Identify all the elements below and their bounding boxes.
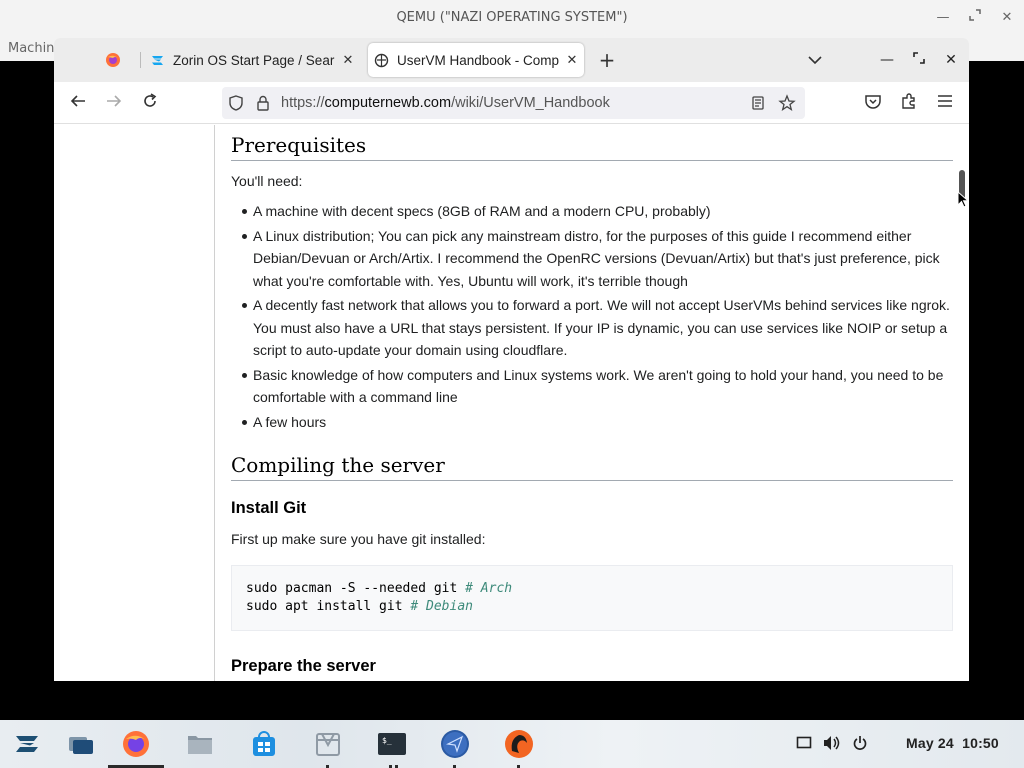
qemu-icon[interactable] [504, 729, 534, 759]
paragraph-need: You'll need: [231, 173, 303, 189]
close-icon[interactable]: ✕ [340, 52, 356, 68]
tray-screen[interactable] [795, 735, 813, 753]
show-desktop-icon[interactable] [66, 729, 96, 759]
firefox-icon [106, 53, 120, 67]
wiki-icon [374, 53, 389, 67]
svg-text:$_: $_ [382, 736, 392, 745]
maximize-button[interactable] [909, 50, 929, 70]
puzzle-icon [902, 93, 915, 109]
app-menu-button[interactable] [934, 92, 956, 114]
tab-bar: Zorin OS Start Page / Sear ✕ UserVM Hand… [54, 38, 969, 82]
tab-zorin[interactable]: Zorin OS Start Page / Sear ✕ [144, 43, 356, 77]
lock-icon[interactable] [255, 95, 271, 111]
tab-pinned-firefox[interactable] [60, 43, 136, 77]
qemu-restore-button[interactable] [965, 8, 985, 28]
reload-button[interactable] [139, 92, 161, 114]
firefox-icon[interactable] [121, 729, 151, 759]
tray-power[interactable] [851, 735, 869, 753]
url-domain: computernewb.com [324, 95, 452, 111]
display-icon [796, 736, 812, 749]
code-command: sudo apt install git [246, 599, 411, 614]
list-item: A few hours [231, 411, 953, 434]
zorin-menu-icon[interactable] [12, 729, 42, 759]
url-scheme: https:// [281, 95, 325, 111]
url-text[interactable]: https://computernewb.com/wiki/UserVM_Han… [281, 95, 610, 111]
qemu-titlebar: QEMU ("NAZI OPERATING SYSTEM") — ✕ [0, 0, 1024, 36]
list-item: Basic knowledge of how computers and Lin… [231, 364, 953, 409]
heading-prepare-the-server: Prepare the server [231, 657, 376, 675]
forward-button[interactable] [103, 92, 125, 114]
qemu-menu-machine[interactable]: Machin [8, 41, 54, 56]
clock-time: 10:50 [962, 735, 999, 751]
minimize-button[interactable]: — [877, 50, 897, 70]
forward-arrow-icon [107, 95, 122, 107]
tray-volume[interactable] [823, 735, 841, 753]
extensions-button[interactable] [898, 92, 920, 114]
code-block[interactable]: sudo pacman -S --needed git # Arch sudo … [231, 565, 953, 631]
reload-icon [144, 93, 157, 107]
pocket-icon [865, 95, 881, 109]
qemu-minimize-button[interactable]: — [933, 8, 953, 28]
power-icon [853, 736, 867, 750]
heading-compiling-the-server: Compiling the server [231, 453, 953, 481]
firefox-window: Zorin OS Start Page / Sear ✕ UserVM Hand… [54, 38, 969, 681]
new-tab-button[interactable]: + [597, 50, 617, 70]
mouse-cursor-icon [957, 191, 969, 208]
qemu-window-title: QEMU ("NAZI OPERATING SYSTEM") [396, 10, 628, 25]
files-icon[interactable] [185, 729, 215, 759]
url-path: /wiki/UserVM_Handbook [451, 95, 610, 111]
tab-separator [140, 52, 141, 68]
navigation-toolbar: https://computernewb.com/wiki/UserVM_Han… [54, 82, 969, 124]
clock-date: May 24 [906, 735, 954, 751]
url-bar[interactable]: https://computernewb.com/wiki/UserVM_Han… [222, 87, 805, 119]
archive-manager-icon[interactable] [313, 729, 343, 759]
tab-uservm-handbook[interactable]: UserVM Handbook - Comp ✕ [368, 43, 584, 77]
qemu-close-button[interactable]: ✕ [997, 8, 1017, 28]
back-button[interactable] [67, 92, 89, 114]
bookmark-star-icon[interactable] [778, 94, 796, 112]
shield-icon[interactable] [228, 95, 244, 111]
clock[interactable]: May 24 10:50 [906, 735, 999, 751]
list-all-tabs-button[interactable] [805, 50, 825, 70]
reader-view-icon[interactable] [750, 95, 766, 111]
chevron-down-icon [808, 56, 822, 65]
restore-icon [969, 9, 981, 21]
wiki-sidebar [54, 125, 215, 681]
taskbar: $_ May 24 10:50 [0, 720, 1024, 768]
zorin-icon [152, 55, 163, 65]
list-item: A decently fast network that allows you … [231, 294, 953, 362]
close-window-button[interactable]: ✕ [941, 50, 961, 70]
pocket-button[interactable] [862, 92, 884, 114]
back-arrow-icon [70, 95, 85, 107]
paragraph-git-intro: First up make sure you have git installe… [231, 531, 486, 547]
hamburger-menu-icon [938, 95, 952, 107]
code-comment: # Arch [465, 581, 513, 596]
heading-prerequisites: Prerequisites [231, 133, 953, 161]
list-item: A Linux distribution; You can pick any m… [231, 225, 953, 293]
page-content[interactable]: Prerequisites You'll need: A machine wit… [54, 125, 969, 681]
code-command: sudo pacman -S --needed git [246, 581, 466, 596]
heading-install-git: Install Git [231, 499, 307, 517]
prerequisites-list: A machine with decent specs (8GB of RAM … [231, 200, 953, 433]
software-store-icon[interactable] [249, 729, 279, 759]
tab-title: Zorin OS Start Page / Sear [173, 52, 335, 68]
article-body: Prerequisites You'll need: A machine wit… [231, 125, 953, 676]
terminal-icon[interactable]: $_ [377, 729, 407, 759]
code-comment: # Debian [410, 599, 473, 614]
browser-app-icon[interactable] [440, 729, 470, 759]
list-item: A machine with decent specs (8GB of RAM … [231, 200, 953, 223]
tab-title: UserVM Handbook - Comp [397, 52, 560, 68]
close-icon[interactable]: ✕ [564, 52, 580, 68]
maximize-icon [913, 52, 925, 64]
volume-icon [824, 736, 840, 750]
